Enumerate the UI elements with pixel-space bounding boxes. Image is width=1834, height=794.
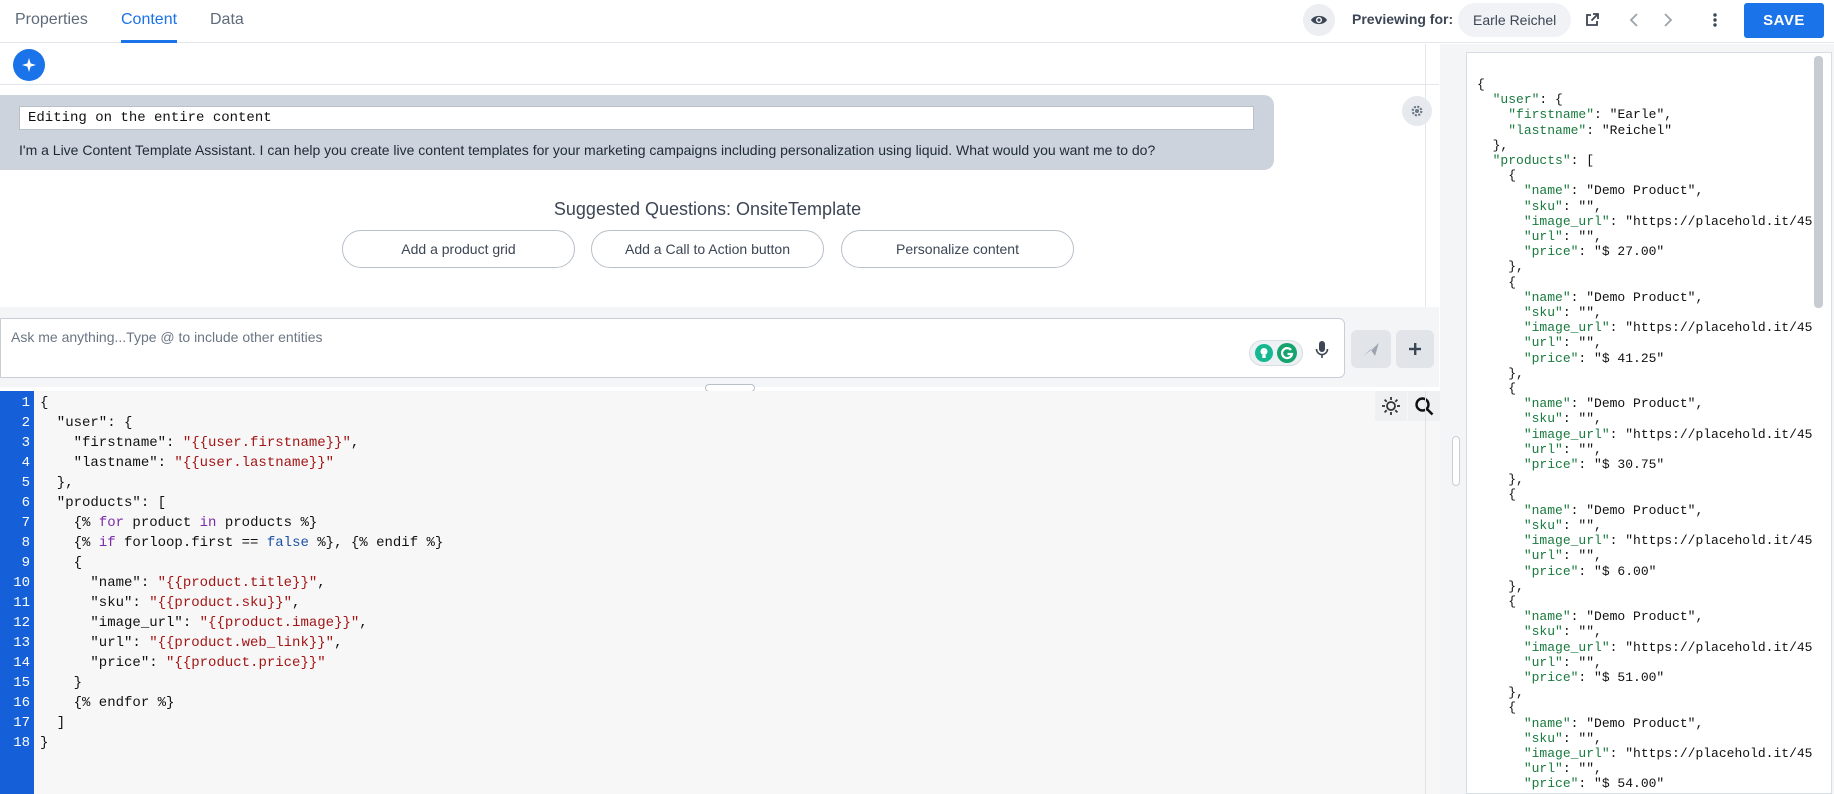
top-bar: Properties Content Data Previewing for: … xyxy=(0,0,1834,43)
panel-divider xyxy=(1425,44,1426,314)
suggested-questions-title: Suggested Questions: OnsiteTemplate xyxy=(553,199,862,219)
split-resize-handle[interactable] xyxy=(1452,436,1460,486)
editing-scope: Editing on the entire content xyxy=(19,106,1254,130)
preview-scrollbar[interactable] xyxy=(1814,56,1823,308)
code-line: { xyxy=(40,555,83,571)
tab-data[interactable]: Data xyxy=(210,0,244,43)
assistant-toolbar xyxy=(0,44,1439,85)
line-number: 11 xyxy=(13,595,30,611)
chat-input-container xyxy=(0,318,1345,378)
preview-user-selector[interactable]: Earle Reichel xyxy=(1458,3,1572,37)
line-number: 3 xyxy=(21,435,30,451)
code-line: "firstname": "{{user.firstname}}", xyxy=(40,435,360,451)
code-line: } xyxy=(40,675,83,691)
theme-toggle-button[interactable] xyxy=(1375,391,1407,421)
assistant-message: I'm a Live Content Template Assistant. I… xyxy=(19,142,1156,158)
grammarly-icon xyxy=(1277,343,1297,363)
line-number: 10 xyxy=(13,575,30,591)
line-number: 14 xyxy=(13,655,30,671)
code-line: {% for product in products %} xyxy=(40,515,318,531)
line-number: 17 xyxy=(13,715,30,731)
line-number: 15 xyxy=(13,675,30,691)
next-user-button[interactable] xyxy=(1656,8,1680,32)
code-line: ] xyxy=(40,715,66,731)
preview-label: Previewing for: xyxy=(1352,11,1454,27)
line-number: 4 xyxy=(21,455,30,471)
code-line: {% endfor %} xyxy=(40,695,175,711)
save-button[interactable]: SAVE xyxy=(1744,3,1824,38)
send-icon xyxy=(1363,341,1380,356)
ai-assistant-button[interactable] xyxy=(13,49,45,81)
previous-user-button[interactable] xyxy=(1622,8,1646,32)
tab-content[interactable]: Content xyxy=(121,0,178,43)
line-number: 16 xyxy=(13,695,30,711)
code-line: "image_url": "{{product.image}}", xyxy=(40,615,368,631)
editor-toolbar xyxy=(1374,391,1440,421)
line-number: 2 xyxy=(21,415,30,431)
chat-input[interactable] xyxy=(11,327,1211,347)
more-vertical-icon xyxy=(1713,13,1717,27)
eye-icon xyxy=(1311,15,1327,25)
external-link-icon xyxy=(1586,13,1599,26)
open-external-button[interactable] xyxy=(1580,8,1604,32)
gear-icon xyxy=(1411,105,1423,117)
line-number: 7 xyxy=(21,515,30,531)
microphone-button[interactable] xyxy=(1311,337,1333,363)
line-number: 5 xyxy=(21,475,30,491)
search-icon xyxy=(1415,397,1434,416)
preview-toggle-button[interactable] xyxy=(1303,4,1335,36)
code-line: "lastname": "{{user.lastname}}" xyxy=(40,455,335,471)
code-editor[interactable]: 1 2 3 4 5 6 7 8 9 10 11 12 13 14 15 16 17 18 { "user": { … xyxy=(0,391,1440,794)
assistant-settings-button[interactable] xyxy=(1402,96,1432,126)
line-number: 6 xyxy=(21,495,30,511)
tab-properties[interactable]: Properties xyxy=(15,0,88,43)
code-line: }, xyxy=(40,475,74,491)
send-button[interactable] xyxy=(1351,330,1391,368)
code-line: "price": "{{product.price}}" xyxy=(40,655,326,671)
line-number: 8 xyxy=(21,535,30,551)
code-line: "name": "{{product.title}}", xyxy=(40,575,326,591)
code-line: {% if forloop.first == false %}, {% endi… xyxy=(40,535,444,551)
line-number: 18 xyxy=(13,735,30,751)
line-number: 9 xyxy=(21,555,30,571)
add-attachment-button[interactable] xyxy=(1396,330,1434,368)
preview-output[interactable]: { "user": { "firstname": "Earle", "lastn… xyxy=(1466,52,1832,794)
code-line: } xyxy=(40,735,49,751)
chevron-left-icon xyxy=(1629,13,1638,27)
code-line: "url": "{{product.web_link}}", xyxy=(40,635,343,651)
writing-assistant-widget[interactable] xyxy=(1249,340,1303,366)
suggestion-add-product-grid[interactable]: Add a product grid xyxy=(342,230,575,268)
sparkle-icon xyxy=(22,58,36,72)
line-number: 13 xyxy=(13,635,30,651)
code-line: "user": { xyxy=(40,415,133,431)
lightbulb-icon xyxy=(1255,344,1273,362)
chevron-right-icon xyxy=(1664,13,1673,27)
code-line: "sku": "{{product.sku}}", xyxy=(40,595,301,611)
editor-search-button[interactable] xyxy=(1408,391,1440,421)
preview-json: { "user": { "firstname": "Earle", "lastn… xyxy=(1477,77,1813,793)
assistant-message-bubble: Editing on the entire content I'm a Live… xyxy=(0,95,1274,170)
more-options-button[interactable] xyxy=(1703,8,1727,32)
suggestion-add-cta-button[interactable]: Add a Call to Action button xyxy=(591,230,824,268)
line-number: 1 xyxy=(21,395,30,411)
line-number: 12 xyxy=(13,615,30,631)
plus-icon xyxy=(1409,343,1421,355)
microphone-icon xyxy=(1315,341,1329,358)
code-line: { xyxy=(40,395,49,411)
suggestion-personalize-content[interactable]: Personalize content xyxy=(841,230,1074,268)
line-number-gutter: 1 2 3 4 5 6 7 8 9 10 11 12 13 14 15 16 17 18 xyxy=(0,391,34,794)
editor-scroll-track xyxy=(1425,391,1426,794)
sun-icon xyxy=(1382,397,1400,415)
code-line: "products": [ xyxy=(40,495,167,511)
